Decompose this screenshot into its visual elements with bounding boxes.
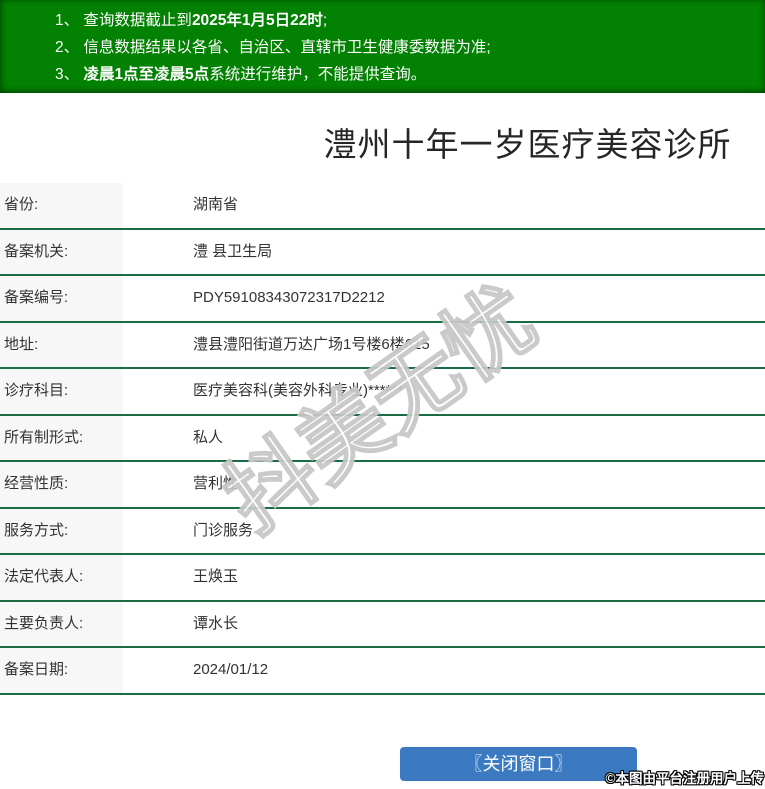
row-label: 备案编号: bbox=[0, 276, 123, 321]
row-value: 谭水长 bbox=[193, 614, 239, 632]
clinic-info-table: 省份: 湖南省 备案机关: 澧 县卫生局 备案编号: PDY5910834307… bbox=[0, 183, 765, 695]
row-value: 王焕玉 bbox=[193, 568, 239, 585]
row-value: 湖南省 bbox=[193, 196, 239, 213]
row-value: PDY59108343072317D2212 bbox=[193, 289, 385, 306]
row-value: 门诊服务 bbox=[193, 521, 254, 539]
row-label: 服务方式: bbox=[0, 508, 123, 553]
row-value: 医疗美容科(美容外科专业)****** bbox=[193, 382, 404, 399]
page-title: 澧州十年一岁医疗美容诊所 bbox=[323, 126, 732, 163]
table-row-treatment-subjects: 诊疗科目: 医疗美容科(美容外科专业)****** bbox=[0, 369, 765, 416]
notice-line-2: 2、 信息数据结果以各省、自治区、直辖市卫生健康委数据为准; bbox=[55, 34, 755, 61]
row-label: 备案机关: bbox=[0, 229, 123, 274]
row-value: 私人 bbox=[193, 428, 224, 446]
notice-line-1: 1、 查询数据截止到2025年1月5日22时; bbox=[55, 7, 755, 34]
notice-line-3-text: 3、 bbox=[55, 66, 84, 83]
table-row-filing-authority: 备案机关: 澧 县卫生局 bbox=[0, 229, 765, 276]
row-label: 法定代表人: bbox=[0, 555, 123, 600]
close-window-button[interactable]: 〖关闭窗口〗 bbox=[400, 747, 637, 781]
row-value: 澧县澧阳街道万达广场1号楼6楼615 bbox=[193, 335, 430, 353]
table-row-service-mode: 服务方式: 门诊服务 bbox=[0, 508, 765, 555]
row-value: 2024/01/12 bbox=[193, 661, 269, 678]
row-label: 省份: bbox=[0, 183, 123, 228]
table-row-address: 地址: 澧县澧阳街道万达广场1号楼6楼615 bbox=[0, 322, 765, 369]
table-row-ownership: 所有制形式: 私人 bbox=[0, 415, 765, 462]
notice-line-1-text: 1、 查询数据截止到 bbox=[55, 12, 192, 29]
notice-banner: 1、 查询数据截止到2025年1月5日22时; 2、 信息数据结果以各省、自治区… bbox=[0, 0, 765, 93]
notice-line-3-tail: 系统进行维护，不能提供查询。 bbox=[209, 66, 427, 83]
notice-line-2-text: 2、 信息数据结果以各省、自治区、直辖市卫生健康委数据为准; bbox=[55, 39, 491, 56]
notice-line-3-bold: 凌晨1点至凌晨5点 bbox=[83, 66, 210, 83]
upload-credit-watermark: ©本图由平台注册用户上传 bbox=[605, 771, 764, 786]
query-result-page: 1、 查询数据截止到2025年1月5日22时; 2、 信息数据结果以各省、自治区… bbox=[0, 0, 765, 789]
row-label: 诊疗科目: bbox=[0, 369, 123, 414]
table-row-legal-representative: 法定代表人: 王焕玉 bbox=[0, 555, 765, 602]
row-value: 澧 县卫生局 bbox=[193, 242, 273, 260]
notice-line-1-bold: 2025年1月5日22时 bbox=[191, 12, 323, 29]
row-label: 备案日期: bbox=[0, 648, 123, 693]
row-label: 主要负责人: bbox=[0, 601, 123, 646]
row-label: 所有制形式: bbox=[0, 415, 123, 460]
table-row-province: 省份: 湖南省 bbox=[0, 183, 765, 230]
notice-line-1-tail: ; bbox=[322, 12, 328, 29]
table-row-business-nature: 经营性质: 营利性 bbox=[0, 462, 765, 509]
table-row-filing-number: 备案编号: PDY59108343072317D2212 bbox=[0, 276, 765, 323]
row-value: 营利性 bbox=[193, 475, 239, 492]
notice-line-3: 3、 凌晨1点至凌晨5点系统进行维护，不能提供查询。 bbox=[55, 61, 755, 88]
table-row-filing-date: 备案日期: 2024/01/12 bbox=[0, 648, 765, 695]
row-label: 地址: bbox=[0, 322, 123, 367]
table-row-person-in-charge: 主要负责人: 谭水长 bbox=[0, 601, 765, 648]
row-label: 经营性质: bbox=[0, 462, 123, 507]
